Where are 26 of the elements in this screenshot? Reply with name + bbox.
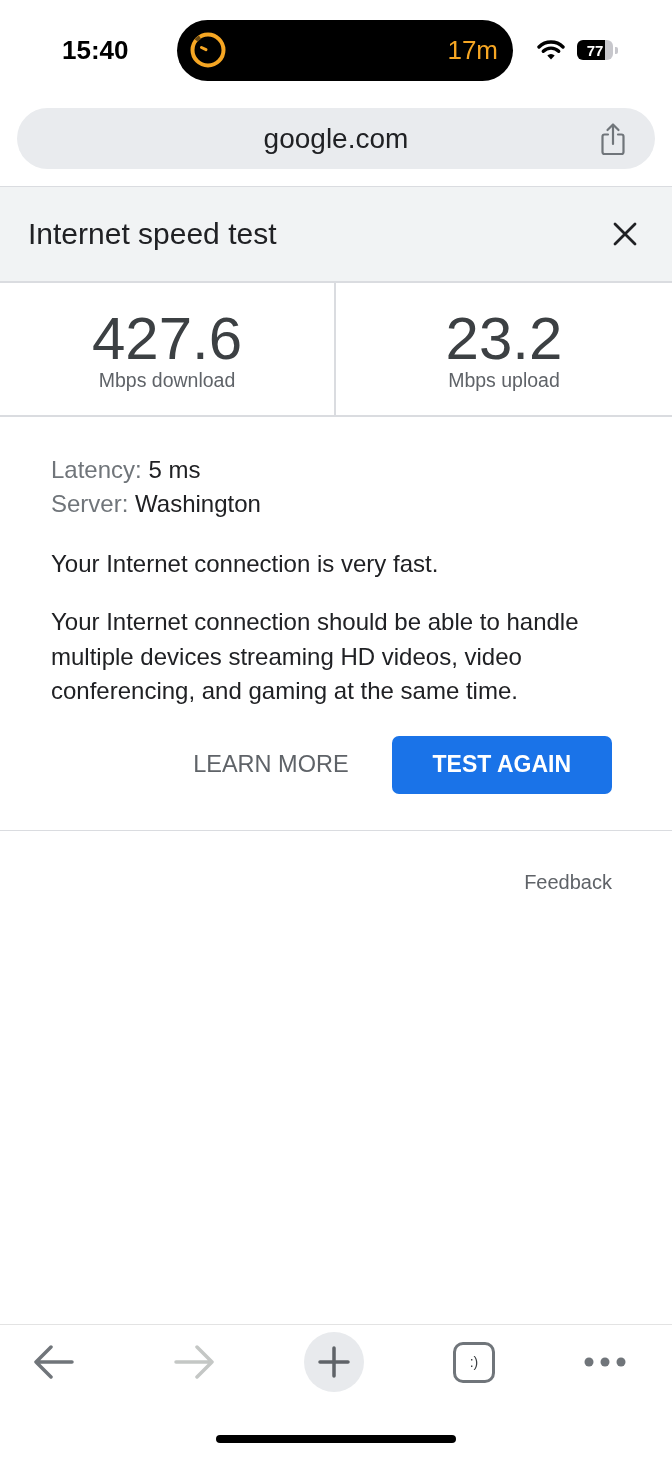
speed-value: 427.6 [91, 309, 243, 369]
detail-value: 5 ms [148, 456, 201, 483]
battery-indicator: 77 [577, 40, 618, 60]
share-icon[interactable] [598, 121, 628, 156]
wifi-icon [537, 40, 565, 60]
feedback-link[interactable]: Feedback [524, 870, 612, 894]
plus-icon[interactable] [304, 1332, 364, 1392]
timer-label: 17m [447, 34, 498, 66]
detail-label: Latency: [51, 456, 142, 483]
primary-button[interactable]: TEST AGAIN [391, 735, 612, 794]
description-text: Your Internet connection should be able to handle multiple devices streaming HD videos, video conferencing, and gaming at the same time. [51, 607, 580, 706]
panel-title: Internet speed test [28, 217, 277, 251]
detail-value: Washington [135, 490, 261, 517]
speed-value: 23.2 [445, 309, 563, 369]
status-time: 15:40 [62, 34, 130, 66]
detail-label: Server: [51, 490, 129, 517]
summary-text: Your Internet connection is very fast. [51, 549, 440, 579]
close-icon[interactable] [613, 222, 637, 246]
timer-ring-icon [190, 32, 226, 68]
learn-more-link[interactable]: LEARN MORE [189, 745, 353, 784]
speed-unit-label: Mbps upload [448, 369, 560, 391]
back-arrow-icon[interactable] [34, 1344, 74, 1380]
tab-switcher-button[interactable]: :) [453, 1341, 495, 1383]
more-icon[interactable] [584, 1357, 626, 1367]
address-bar[interactable]: google.com [17, 108, 655, 169]
speed-unit-label: Mbps download [98, 369, 236, 391]
